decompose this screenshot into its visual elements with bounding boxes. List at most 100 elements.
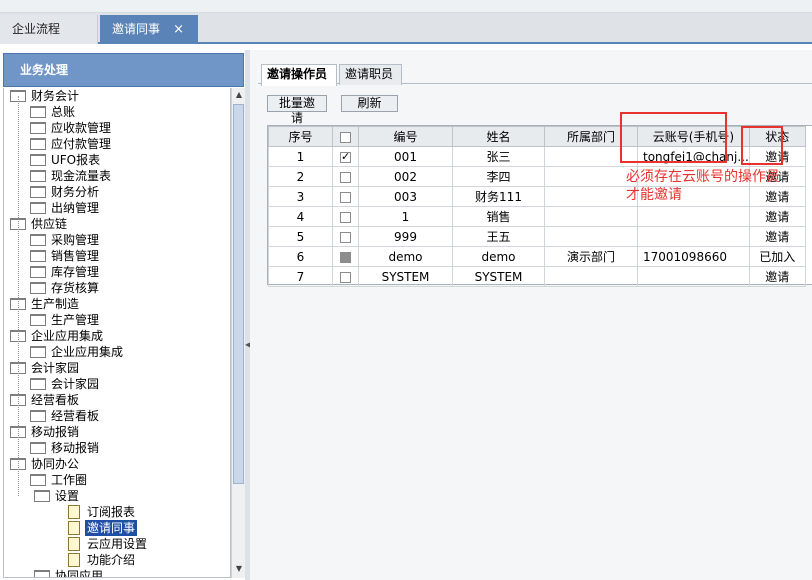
scroll-up-icon[interactable]: ▲	[232, 88, 246, 102]
tree-scrollbar[interactable]: ▲ ▼	[231, 88, 245, 578]
tree-item[interactable]: 生产管理	[30, 312, 101, 328]
tree-item[interactable]: 财务分析	[30, 184, 101, 200]
tree-item[interactable]: 出纳管理	[30, 200, 101, 216]
tree-item-label: 邀请同事	[85, 520, 138, 536]
tree-item[interactable]: 现金流量表	[30, 168, 113, 184]
cell-name: 王五	[452, 226, 545, 247]
table-row[interactable]: 5 999 王五 邀请	[268, 226, 806, 247]
cell-dept: 演示部门	[544, 246, 638, 267]
tab-enterprise-flow[interactable]: 企业流程	[0, 15, 98, 44]
tree-item[interactable]: 功能介绍	[68, 552, 137, 568]
tree-item[interactable]: 销售管理	[30, 248, 101, 264]
folder-icon	[30, 266, 46, 278]
tree-item[interactable]: 经营看板	[30, 408, 101, 424]
tree-item[interactable]: 存货核算	[30, 280, 101, 296]
tree-item[interactable]: 应付款管理	[30, 136, 113, 152]
tab-invite-colleague[interactable]: 邀请同事 ×	[100, 15, 198, 44]
tree-item-label: 工作圈	[51, 473, 88, 487]
tree-item-label: 云应用设置	[87, 537, 148, 551]
tree-item[interactable]: 设置	[34, 488, 81, 504]
table-row[interactable]: 4 1 销售 邀请	[268, 206, 806, 227]
tree-item[interactable]: 采购管理	[30, 232, 101, 248]
tree-item-label: 采购管理	[51, 233, 100, 247]
tree-item-label: 财务会计	[31, 89, 80, 103]
col-header-select[interactable]	[332, 126, 359, 147]
cell-index: 4	[268, 206, 333, 227]
status-annotation-box	[741, 126, 783, 165]
row-checkbox[interactable]	[340, 150, 351, 163]
tree-item[interactable]: 总账	[30, 104, 77, 120]
col-header-name[interactable]: 姓名	[452, 126, 545, 147]
col-header-code[interactable]: 编号	[358, 126, 453, 147]
cell-select[interactable]	[332, 266, 359, 287]
tree-item[interactable]: 库存管理	[30, 264, 101, 280]
cell-status[interactable]: 已加入	[748, 246, 806, 267]
refresh-button[interactable]: 刷新	[341, 95, 398, 112]
tree-item[interactable]: 协同办公	[10, 456, 81, 472]
row-checkbox[interactable]	[340, 251, 351, 263]
row-checkbox[interactable]	[340, 191, 351, 203]
tree-item[interactable]: 会计家园	[10, 360, 81, 376]
tab-invite-staff[interactable]: 邀请职员	[339, 64, 402, 85]
cell-status[interactable]: 邀请	[748, 226, 806, 247]
cell-select[interactable]	[332, 186, 359, 207]
tree-item-label: 总账	[51, 105, 76, 119]
tree-item[interactable]: 移动报销	[10, 424, 81, 440]
cell-select[interactable]	[332, 206, 359, 227]
tree-item[interactable]: 云应用设置	[68, 536, 149, 552]
select-all-checkbox[interactable]	[340, 131, 351, 143]
tree-item[interactable]: 企业应用集成	[30, 344, 125, 360]
tree-item[interactable]: 财务会计	[10, 88, 81, 104]
close-icon[interactable]: ×	[173, 15, 184, 44]
scroll-thumb[interactable]	[233, 104, 244, 484]
tree-item[interactable]: 邀请同事	[68, 520, 138, 536]
tree-item[interactable]: 移动报销	[30, 440, 101, 456]
tree-item-label: 应收款管理	[51, 121, 112, 135]
folder-icon	[30, 186, 46, 198]
operator-grid: 序号 编号 姓名 所属部门 云账号(手机号) 状态 1001张三tongfei1…	[267, 125, 812, 287]
cell-name: 财务111	[452, 186, 545, 207]
document-icon	[68, 521, 80, 535]
annotation-line-2: 才能邀请	[626, 187, 682, 203]
cell-status[interactable]: 邀请	[748, 266, 806, 287]
folder-icon	[34, 490, 50, 502]
tree-item-label: 现金流量表	[51, 169, 112, 183]
tree-item[interactable]: 协同应用	[34, 568, 105, 577]
cell-select[interactable]	[332, 246, 359, 267]
cell-index: 7	[268, 266, 333, 287]
tree-item[interactable]: 应收款管理	[30, 120, 113, 136]
tree-item-label: 库存管理	[51, 265, 100, 279]
cell-select[interactable]	[332, 226, 359, 247]
tree-item-label: 生产制造	[31, 297, 80, 311]
tree-item[interactable]: 生产制造	[10, 296, 81, 312]
cell-select[interactable]	[332, 166, 359, 187]
tree-item[interactable]: 会计家园	[30, 376, 101, 392]
cell-status[interactable]: 邀请	[748, 206, 806, 227]
tree-item[interactable]: 工作圈	[30, 472, 89, 488]
tree-item[interactable]: 经营看板	[10, 392, 81, 408]
row-checkbox[interactable]	[340, 171, 351, 183]
cell-code: 003	[358, 186, 453, 207]
tree-item[interactable]: UFO报表	[30, 152, 102, 168]
left-panel: 业务处理 财务会计 总账 应收款管理 应付款管理 UFO报表 现金流量表 财务分析 出纳管理供…	[0, 50, 248, 580]
cell-select[interactable]	[332, 146, 359, 167]
scroll-down-icon[interactable]: ▼	[232, 562, 246, 576]
tree-item-label: 存货核算	[51, 281, 100, 295]
table-row[interactable]: 7 SYSTEM SYSTEM 邀请	[268, 266, 806, 287]
folder-icon	[34, 570, 50, 577]
row-checkbox[interactable]	[340, 271, 351, 283]
annotation-line-1: 必须存在云账号的操作员	[626, 169, 780, 185]
tree-item[interactable]: 企业应用集成	[10, 328, 105, 344]
row-checkbox[interactable]	[340, 211, 351, 223]
folder-icon	[30, 474, 46, 486]
cell-account	[637, 226, 750, 247]
batch-invite-button[interactable]: 批量邀请	[267, 95, 327, 125]
tab-invite-operator[interactable]: 邀请操作员	[261, 64, 337, 86]
table-row[interactable]: 6 demo demo 演示部门 17001098660 已加入	[268, 246, 806, 267]
col-header-index[interactable]: 序号	[268, 126, 333, 147]
document-icon	[68, 505, 80, 519]
folder-icon	[30, 234, 46, 246]
tree-item[interactable]: 订阅报表	[68, 504, 137, 520]
cell-dept	[544, 226, 638, 247]
row-checkbox[interactable]	[340, 231, 351, 243]
